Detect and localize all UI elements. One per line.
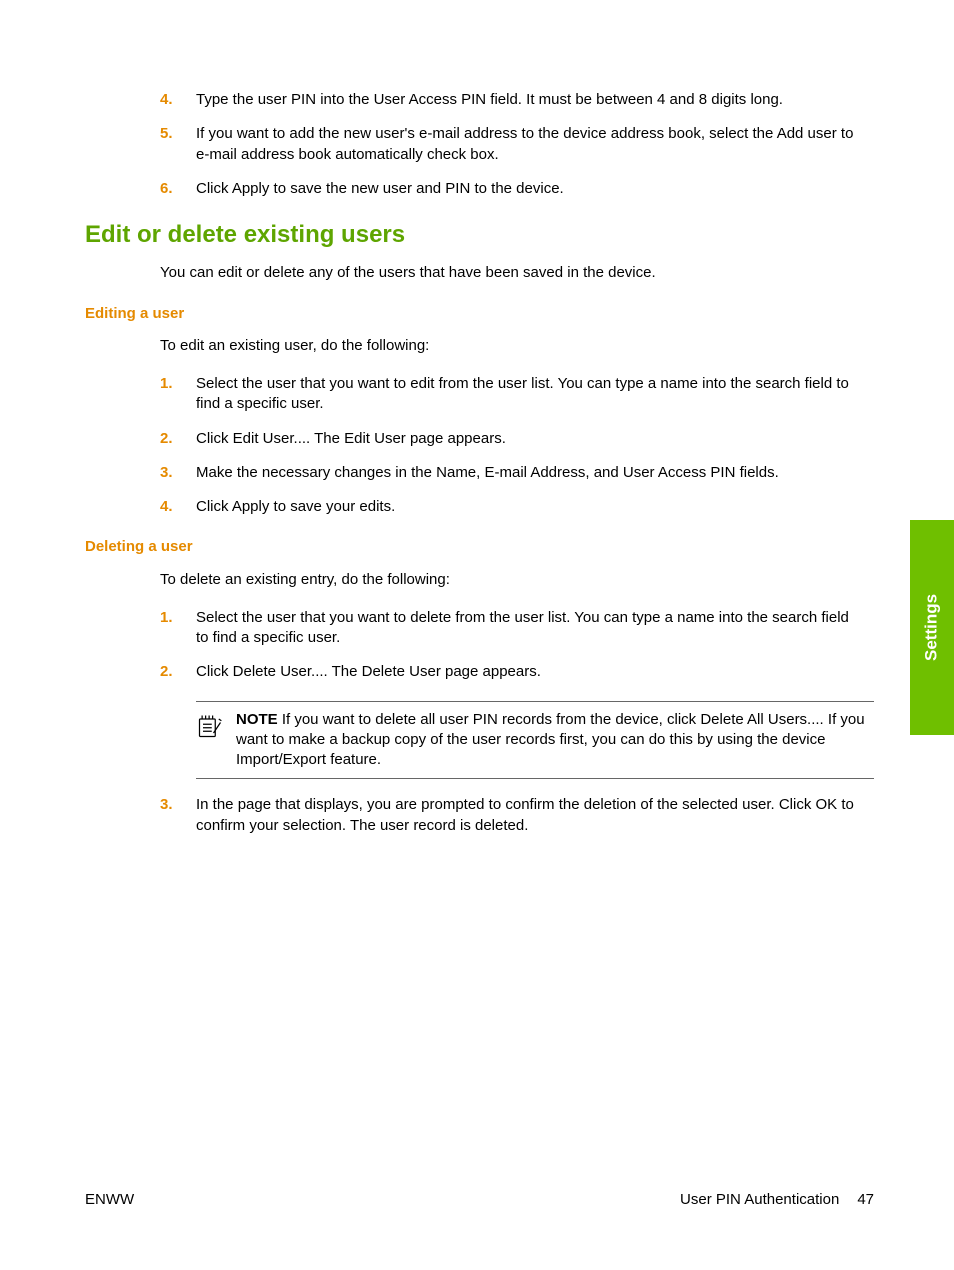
list-item: 2. Click Delete User.... The Delete User… — [85, 662, 874, 682]
ordered-list-editing: 1. Select the user that you want to edit… — [85, 374, 874, 517]
list-item: 1. Select the user that you want to dele… — [85, 608, 874, 649]
list-number: 1. — [85, 608, 192, 649]
list-number: 3. — [85, 795, 192, 836]
list-text: Click Apply to save your edits. — [192, 497, 874, 517]
document-page: 4. Type the user PIN into the User Acces… — [0, 0, 954, 1270]
footer-left: ENWW — [85, 1190, 134, 1210]
note-icon — [196, 710, 224, 771]
list-number: 5. — [85, 124, 192, 165]
ordered-list-deleting-a: 1. Select the user that you want to dele… — [85, 608, 874, 683]
note-block: NOTE If you want to delete all user PIN … — [196, 701, 874, 780]
note-label: NOTE — [236, 711, 278, 728]
list-text: In the page that displays, you are promp… — [192, 795, 874, 836]
list-text: Select the user that you want to delete … — [192, 608, 874, 649]
list-text: If you want to add the new user's e-mail… — [192, 124, 874, 165]
list-number: 2. — [85, 662, 192, 682]
list-number: 4. — [85, 90, 192, 110]
list-item: 2. Click Edit User.... The Edit User pag… — [85, 429, 874, 449]
footer-section-label: User PIN Authentication — [680, 1190, 839, 1210]
list-text: Select the user that you want to edit fr… — [192, 374, 874, 415]
list-text: Make the necessary changes in the Name, … — [192, 463, 874, 483]
list-number: 4. — [85, 497, 192, 517]
list-number: 3. — [85, 463, 192, 483]
ordered-list-deleting-b: 3. In the page that displays, you are pr… — [85, 795, 874, 836]
note-text: If you want to delete all user PIN recor… — [236, 711, 865, 769]
side-tab-settings: Settings — [910, 520, 954, 735]
list-number: 1. — [85, 374, 192, 415]
list-item: 6. Click Apply to save the new user and … — [85, 179, 874, 199]
page-footer: ENWW User PIN Authentication 47 — [85, 1190, 874, 1210]
list-text: Click Apply to save the new user and PIN… — [192, 179, 874, 199]
footer-right: User PIN Authentication 47 — [680, 1190, 874, 1210]
subsection-intro: To delete an existing entry, do the foll… — [160, 570, 874, 590]
list-text: Click Delete User.... The Delete User pa… — [192, 662, 874, 682]
list-item: 3. Make the necessary changes in the Nam… — [85, 463, 874, 483]
list-item: 3. In the page that displays, you are pr… — [85, 795, 874, 836]
section-intro: You can edit or delete any of the users … — [160, 263, 874, 283]
list-item: 4. Click Apply to save your edits. — [85, 497, 874, 517]
list-item: 1. Select the user that you want to edit… — [85, 374, 874, 415]
list-text: Click Edit User.... The Edit User page a… — [192, 429, 874, 449]
note-body: NOTE If you want to delete all user PIN … — [236, 710, 874, 771]
subsection-intro: To edit an existing user, do the followi… — [160, 336, 874, 356]
footer-page-number: 47 — [857, 1190, 874, 1210]
ordered-list-top: 4. Type the user PIN into the User Acces… — [85, 90, 874, 199]
list-item: 4. Type the user PIN into the User Acces… — [85, 90, 874, 110]
list-number: 6. — [85, 179, 192, 199]
subsection-heading-editing: Editing a user — [85, 304, 874, 324]
list-number: 2. — [85, 429, 192, 449]
section-heading: Edit or delete existing users — [85, 219, 874, 251]
list-text: Type the user PIN into the User Access P… — [192, 90, 874, 110]
subsection-heading-deleting: Deleting a user — [85, 537, 874, 557]
list-item: 5. If you want to add the new user's e-m… — [85, 124, 874, 165]
